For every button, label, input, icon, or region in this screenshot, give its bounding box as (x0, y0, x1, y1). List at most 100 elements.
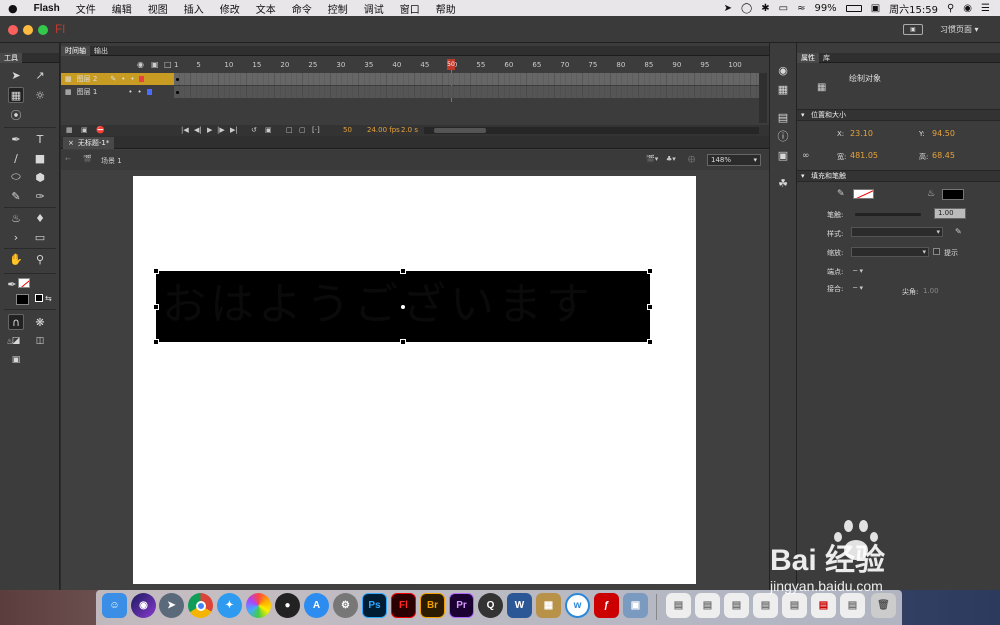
fill-color-swatch[interactable] (942, 189, 964, 200)
zoom-tool-icon[interactable]: ⚲ (32, 251, 48, 267)
edit-multiple-icon[interactable]: ▢ (299, 126, 306, 134)
fill-stroke-section[interactable]: ▾ 填充和笔触 (797, 170, 1000, 182)
center-stage-icon[interactable]: ⨁ (688, 155, 695, 163)
info-panel-icon[interactable]: ⓘ (775, 128, 791, 144)
color-panel-icon[interactable]: ◉ (775, 62, 791, 78)
zoom-window-button[interactable] (38, 25, 48, 35)
app-menu[interactable]: Flash (26, 3, 68, 14)
stroke-width-slider[interactable] (855, 213, 921, 216)
transform-center-point[interactable] (400, 304, 406, 310)
qq-icon[interactable]: ● (275, 593, 300, 618)
rotate-skew-icon[interactable]: ▣ (8, 352, 24, 368)
straighten-icon[interactable]: ◪ (8, 333, 24, 349)
playhead[interactable]: 50 (447, 59, 455, 70)
clock[interactable]: 周六15:59 (889, 1, 938, 16)
miter-value[interactable]: 1.00 (923, 287, 939, 295)
system-preferences-icon[interactable]: ⚙ (333, 593, 358, 618)
transform-handle[interactable] (153, 304, 159, 310)
archive-utility-icon[interactable]: ▦ (536, 593, 561, 618)
workspace-switcher[interactable]: 习惯页面 ▾ (940, 24, 979, 35)
3d-rotation-tool-icon[interactable]: ☼ (32, 87, 48, 103)
layer-name[interactable]: 图层 2 (77, 74, 98, 84)
transform-panel-icon[interactable]: ▣ (775, 147, 791, 163)
menu-control[interactable]: 控制 (320, 1, 356, 16)
app-store-icon[interactable]: A (304, 593, 329, 618)
menu-view[interactable]: 视图 (140, 1, 176, 16)
premiere-icon[interactable]: Pr (449, 593, 474, 618)
fill-color-swatch[interactable] (16, 294, 29, 305)
timeline-scrollbar[interactable] (759, 73, 767, 123)
polystar-tool-icon[interactable]: ⬢ (32, 169, 48, 185)
stroke-style-select[interactable]: ▾ (851, 227, 943, 237)
transform-handle[interactable] (400, 339, 406, 345)
chrome-icon[interactable] (188, 593, 213, 618)
swatches-panel-icon[interactable]: ▦ (775, 81, 791, 97)
stroke-width-input[interactable]: 1.00 (934, 208, 966, 219)
launchpad-icon[interactable]: ➤ (159, 593, 184, 618)
close-tab-icon[interactable]: × (68, 139, 74, 147)
transform-handle[interactable] (647, 304, 653, 310)
last-frame-icon[interactable]: ▶| (230, 126, 238, 134)
bluetooth-icon[interactable]: ✱ (761, 3, 769, 14)
text-tool-icon[interactable]: T (32, 131, 48, 147)
transform-handle[interactable] (153, 339, 159, 345)
menu-modify[interactable]: 修改 (212, 1, 248, 16)
outline-all-icon[interactable]: □ (164, 60, 172, 69)
cc-icon[interactable]: ◯ (741, 3, 752, 14)
menu-file[interactable]: 文件 (68, 1, 104, 16)
snap-to-objects-icon[interactable]: ∩ (8, 314, 24, 330)
default-colors-icon[interactable] (35, 294, 43, 302)
visibility-dot[interactable]: • (128, 88, 132, 96)
spotlight-icon[interactable]: ⚲ (947, 3, 954, 14)
subselection-tool-icon[interactable]: ↗ (32, 67, 48, 83)
menu-commands[interactable]: 命令 (284, 1, 320, 16)
x-value[interactable]: 23.10 (850, 129, 873, 138)
transform-handle[interactable] (153, 268, 159, 274)
scene-label[interactable]: 场景 1 (101, 156, 122, 166)
paint-bucket-tool-icon[interactable]: ♨ (8, 210, 24, 226)
airplay-icon[interactable]: ▭ (779, 3, 788, 14)
loop-icon[interactable]: ↺ (251, 126, 257, 134)
layer-color[interactable] (139, 76, 145, 82)
back-arrow-icon[interactable]: ← (65, 155, 71, 163)
lasso-tool-icon[interactable]: ⦿ (8, 107, 24, 123)
eyedropper-tool-icon[interactable]: › (8, 229, 24, 245)
current-frame[interactable]: 50 (343, 126, 352, 134)
smooth-icon[interactable]: ❋ (32, 314, 48, 330)
apple-menu-icon[interactable]: ● (0, 2, 26, 15)
tab-output[interactable]: 输出 (90, 46, 112, 56)
document-tab[interactable]: × 无标题-1* (63, 137, 115, 149)
menu-edit[interactable]: 编辑 (104, 1, 140, 16)
layer-frames[interactable] (174, 86, 759, 98)
tab-properties[interactable]: 属性 (797, 52, 819, 63)
visibility-dot[interactable]: • (121, 75, 125, 83)
document-thumbnail-icon[interactable]: ▤ (666, 593, 691, 618)
layer-color[interactable] (146, 89, 152, 95)
menu-insert[interactable]: 插入 (176, 1, 212, 16)
bridge-icon[interactable]: Br (420, 593, 445, 618)
stroke-color-swatch[interactable] (853, 189, 874, 199)
lock-ratio-icon[interactable]: ∞ (802, 151, 810, 161)
hand-tool-icon[interactable]: ✋ (8, 251, 24, 267)
stage[interactable] (133, 176, 696, 584)
lock-dot[interactable]: • (137, 88, 141, 96)
zoom-select[interactable]: 148% ▾ (707, 154, 761, 166)
wifi-icon[interactable]: ≈ (797, 3, 805, 14)
lock-all-icon[interactable]: ▣ (151, 60, 159, 69)
tab-tools[interactable]: 工具 (0, 52, 22, 63)
menu-help[interactable]: 帮助 (428, 1, 464, 16)
lock-dot[interactable]: • (130, 75, 134, 83)
height-value[interactable]: 68.45 (932, 151, 955, 160)
onion-markers-icon[interactable]: [·] (312, 126, 320, 134)
edit-stroke-style-icon[interactable]: ✎ (955, 227, 962, 236)
scale-icon[interactable]: ◫ (32, 333, 48, 349)
frames-hscrollbar[interactable] (424, 127, 759, 134)
eraser-tool-icon[interactable]: ▭ (32, 229, 48, 245)
tab-library[interactable]: 库 (819, 53, 834, 63)
layout-toggle-icon[interactable]: ▣ (903, 24, 923, 35)
tab-timeline[interactable]: 时间轴 (61, 45, 90, 56)
siri-icon[interactable]: ◉ (963, 3, 972, 14)
layer-frames[interactable] (174, 73, 759, 85)
menu-debug[interactable]: 调试 (356, 1, 392, 16)
pencil-tool-icon[interactable]: ✎ (8, 188, 24, 204)
